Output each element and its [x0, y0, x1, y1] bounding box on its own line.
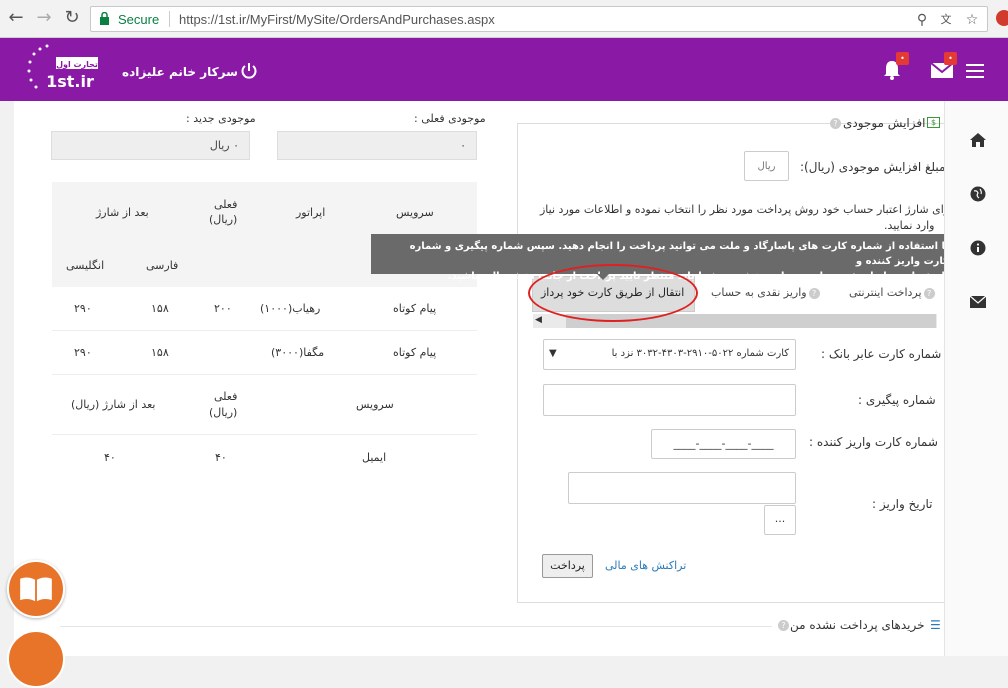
- tab-online-payment[interactable]: ?پرداخت اینترنتی: [849, 286, 937, 299]
- intro-text-2: وارد نمایید.: [884, 219, 935, 232]
- col-current: فعلی: [214, 198, 238, 211]
- cell-after: ۴۰: [104, 451, 116, 464]
- url-text[interactable]: https://1st.ir/MyFirst/MySite/OrdersAndP…: [179, 12, 495, 27]
- amount-label: مبلغ افزایش موجودی (ریال):: [800, 160, 946, 174]
- current-balance-field: ۰: [277, 131, 477, 160]
- cell-current: ۴۰: [215, 451, 227, 464]
- lock-icon: [100, 12, 109, 25]
- info-icon[interactable]: [969, 239, 987, 257]
- transactions-link[interactable]: تراکنش های مالی: [605, 559, 686, 572]
- scroll-left-icon[interactable]: ◀: [535, 315, 542, 325]
- date-picker-button[interactable]: ...: [764, 505, 796, 535]
- cell-operator: رهیاب(۱۰۰۰): [260, 302, 321, 315]
- cell-farsi: ۱۵۸: [151, 302, 169, 315]
- payment-title: افزایش موجودی: [843, 116, 926, 130]
- tab-cash-label: واریز نقدی به حساب: [711, 286, 807, 299]
- col-operator: اپراتور: [296, 206, 326, 219]
- cell-service: پیام کوتاه: [393, 302, 437, 315]
- message-badge: •: [944, 52, 957, 65]
- purchases-title: خریدهای پرداخت نشده من: [790, 618, 925, 632]
- email-col-current: فعلی: [214, 390, 238, 403]
- payer-card-input[interactable]: ____-____-____-____: [651, 429, 796, 459]
- email-col-current-unit: (ریال): [209, 406, 238, 419]
- notification-badge: •: [896, 52, 909, 65]
- browser-toolbar: ← → ↻ Secure https://1st.ir/MyFirst/MySi…: [0, 0, 1008, 38]
- bank-card-label: شماره کارت عابر بانک :: [821, 347, 942, 361]
- separator: [169, 11, 170, 27]
- logo-text: 1st.ir: [46, 72, 94, 91]
- book-icon: [20, 577, 52, 602]
- tab-cash-deposit[interactable]: ?واریز نقدی به حساب: [711, 286, 822, 299]
- cell-service: پیام کوتاه: [393, 346, 437, 359]
- cell-current: ۲۰۰: [214, 302, 232, 315]
- date-label: تاریخ واریز :: [872, 497, 933, 511]
- zoom-icon[interactable]: ⚲: [913, 11, 931, 29]
- highlight-annotation: [528, 264, 698, 322]
- money-icon: $: [927, 117, 940, 128]
- globe-icon[interactable]: [969, 185, 987, 203]
- dropdown-arrow-icon: ▼: [549, 348, 557, 359]
- email-col-after: بعد از شارژ (ریال): [71, 398, 156, 411]
- tracking-label: شماره پیگیری :: [858, 393, 936, 407]
- new-balance-label: موجودی جدید :: [186, 112, 256, 125]
- envelope-icon[interactable]: [969, 293, 987, 311]
- translate-icon[interactable]: 文: [937, 11, 955, 29]
- col-after-charge: بعد از شارژ: [96, 206, 149, 219]
- new-balance-field: ۰ ریال: [51, 131, 250, 160]
- menu-icon[interactable]: [966, 64, 984, 78]
- help-icon[interactable]: ?: [778, 620, 789, 631]
- cell-farsi: ۱۵۸: [151, 346, 169, 359]
- col-farsi: فارسی: [146, 259, 179, 272]
- bank-card-select[interactable]: کارت شماره ۵۰۲۲-۲۹۱۰-۴۳۰۳-۳۰۳۲ نزد با ▼: [543, 339, 796, 370]
- tracking-input[interactable]: [543, 384, 796, 416]
- reload-icon[interactable]: ↻: [62, 8, 82, 28]
- help-icon[interactable]: ?: [830, 118, 841, 129]
- tab-online-label: پرداخت اینترنتی: [849, 286, 922, 299]
- secure-label: Secure: [118, 12, 160, 27]
- app-header: تجارت اول 1st.ir سرکار خانم علیزاده • •: [0, 38, 1008, 101]
- col-english: انگلیسی: [66, 259, 105, 272]
- guide-button[interactable]: [7, 560, 65, 618]
- forward-icon[interactable]: →: [34, 8, 54, 28]
- pay-button[interactable]: پرداخت: [542, 554, 593, 578]
- col-current-unit: (ریال): [209, 213, 238, 226]
- right-sidebar: [944, 101, 1008, 656]
- logo-sub: تجارت اول: [56, 60, 98, 69]
- home-icon[interactable]: [969, 131, 987, 149]
- user-greeting[interactable]: سرکار خانم علیزاده: [122, 65, 238, 79]
- current-balance-label: موجودی فعلی :: [414, 112, 486, 125]
- payer-card-value: ____-____-____-____: [673, 437, 774, 450]
- amount-input[interactable]: [744, 151, 789, 181]
- intro-text-1: برای شارژ اعتبار حساب خود روش پرداخت مور…: [540, 203, 953, 216]
- current-balance-value: ۰: [460, 139, 466, 152]
- cell-service: ایمیل: [362, 451, 387, 464]
- secondary-floating-button[interactable]: [7, 630, 65, 688]
- address-bar[interactable]: Secure https://1st.ir/MyFirst/MySite/Ord…: [90, 6, 988, 32]
- tooltip-line-1: با استفاده از شماره کارت های پاسارگاد و …: [409, 241, 949, 267]
- new-balance-value: ۰ ریال: [209, 139, 239, 152]
- extension-icon[interactable]: [996, 10, 1008, 26]
- list-icon: ☰: [930, 618, 941, 632]
- date-input[interactable]: [568, 472, 796, 504]
- cell-operator: مگفا(۳۰۰۰): [271, 346, 325, 359]
- bank-card-value: کارت شماره ۵۰۲۲-۲۹۱۰-۴۳۰۳-۳۰۳۲ نزد با: [611, 348, 789, 359]
- col-service: سرویس: [396, 206, 434, 219]
- power-icon[interactable]: [240, 62, 258, 80]
- star-icon[interactable]: ☆: [963, 11, 981, 29]
- cell-english: ۲۹۰: [74, 346, 92, 359]
- payer-card-label: شماره کارت واریز کننده :: [809, 435, 938, 449]
- card-transfer-tooltip: با استفاده از شماره کارت های پاسارگاد و …: [371, 234, 959, 282]
- back-icon[interactable]: ←: [6, 8, 26, 28]
- cell-english: ۲۹۰: [74, 302, 92, 315]
- divider: [60, 626, 772, 627]
- site-logo[interactable]: تجارت اول 1st.ir: [26, 44, 102, 94]
- email-col-service: سرویس: [356, 398, 394, 411]
